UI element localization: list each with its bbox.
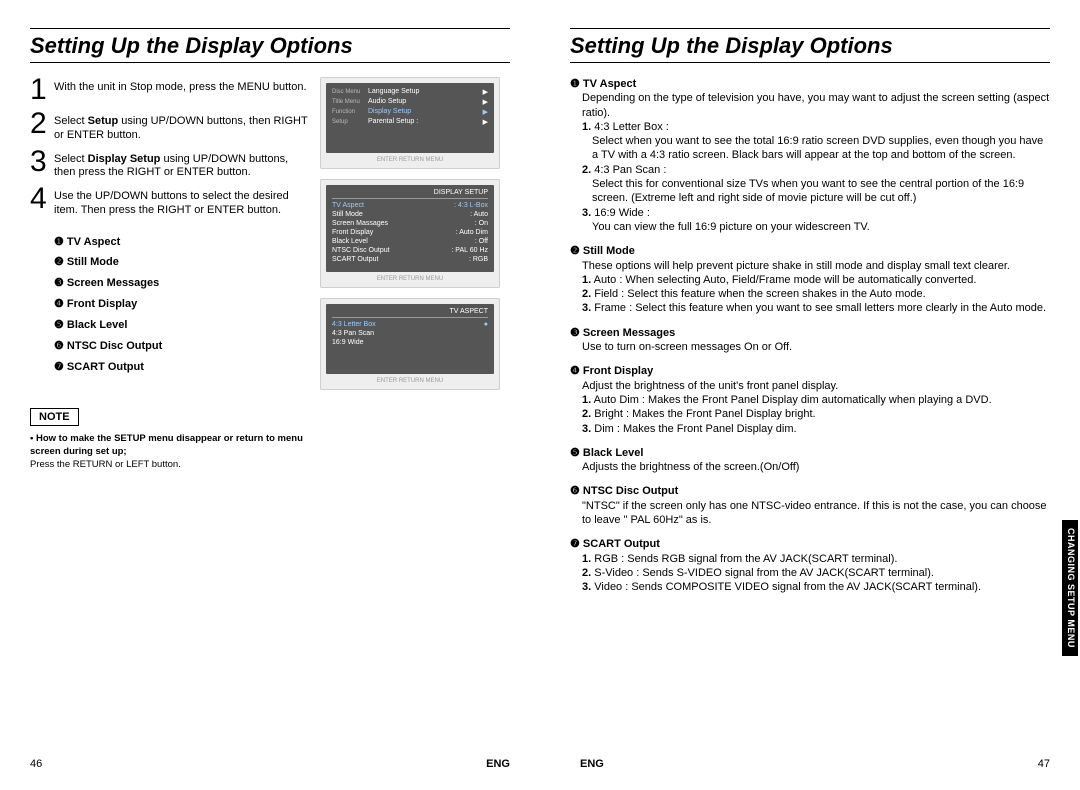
mini-list-item: ❹ Front Display xyxy=(54,294,310,315)
option-section: ❺ Black LevelAdjusts the brightness of t… xyxy=(570,446,1050,475)
mini-list-item: ❼ SCART Output xyxy=(54,357,310,378)
page-number-right: 47 xyxy=(1038,758,1050,770)
note-label: NOTE xyxy=(30,408,79,426)
page-title-left: Setting Up the Display Options xyxy=(30,33,510,59)
note-text: • How to make the SETUP menu disappear o… xyxy=(30,432,310,472)
option-section: ❶ TV AspectDepending on the type of tele… xyxy=(570,77,1050,234)
screenshot-setup-menu: Disc MenuTitle MenuFunctionSetup Languag… xyxy=(320,77,500,169)
screenshot-tv-aspect: TV ASPECT 4:3 Letter Box●4:3 Pan Scan16:… xyxy=(320,298,500,390)
section-tab: CHANGING SETUP MENU xyxy=(1062,520,1078,656)
step: 3Select Display Setup using UP/DOWN butt… xyxy=(30,149,310,181)
step: 2Select Setup using UP/DOWN buttons, the… xyxy=(30,111,310,143)
mini-list-item: ❸ Screen Messages xyxy=(54,273,310,294)
step: 4Use the UP/DOWN buttons to select the d… xyxy=(30,186,310,218)
page-left: Setting Up the Display Options 1With the… xyxy=(0,0,540,790)
page-right: Setting Up the Display Options ❶ TV Aspe… xyxy=(540,0,1080,790)
screenshot-display-setup: DISPLAY SETUP TV Aspect: 4:3 L-BoxStill … xyxy=(320,179,500,288)
title-bar-left: Setting Up the Display Options xyxy=(30,28,510,63)
option-section: ❻ NTSC Disc Output"NTSC" if the screen o… xyxy=(570,484,1050,527)
page-number-left: 46 xyxy=(30,758,42,770)
option-section: ❼ SCART Output1. RGB : Sends RGB signal … xyxy=(570,537,1050,594)
mini-list-item: ❺ Black Level xyxy=(54,315,310,336)
option-section: ❹ Front DisplayAdjust the brightness of … xyxy=(570,364,1050,435)
mini-list-item: ❶ TV Aspect xyxy=(54,232,310,253)
page-title-right: Setting Up the Display Options xyxy=(570,33,1050,59)
lang-label-left: ENG xyxy=(486,758,510,770)
title-bar-right: Setting Up the Display Options xyxy=(570,28,1050,63)
mini-list-item: ❻ NTSC Disc Output xyxy=(54,336,310,357)
lang-label-right: ENG xyxy=(580,758,604,770)
option-section: ❸ Screen MessagesUse to turn on-screen m… xyxy=(570,326,1050,355)
mini-list-item: ❷ Still Mode xyxy=(54,252,310,273)
option-section: ❷ Still ModeThese options will help prev… xyxy=(570,244,1050,315)
step: 1With the unit in Stop mode, press the M… xyxy=(30,77,310,105)
